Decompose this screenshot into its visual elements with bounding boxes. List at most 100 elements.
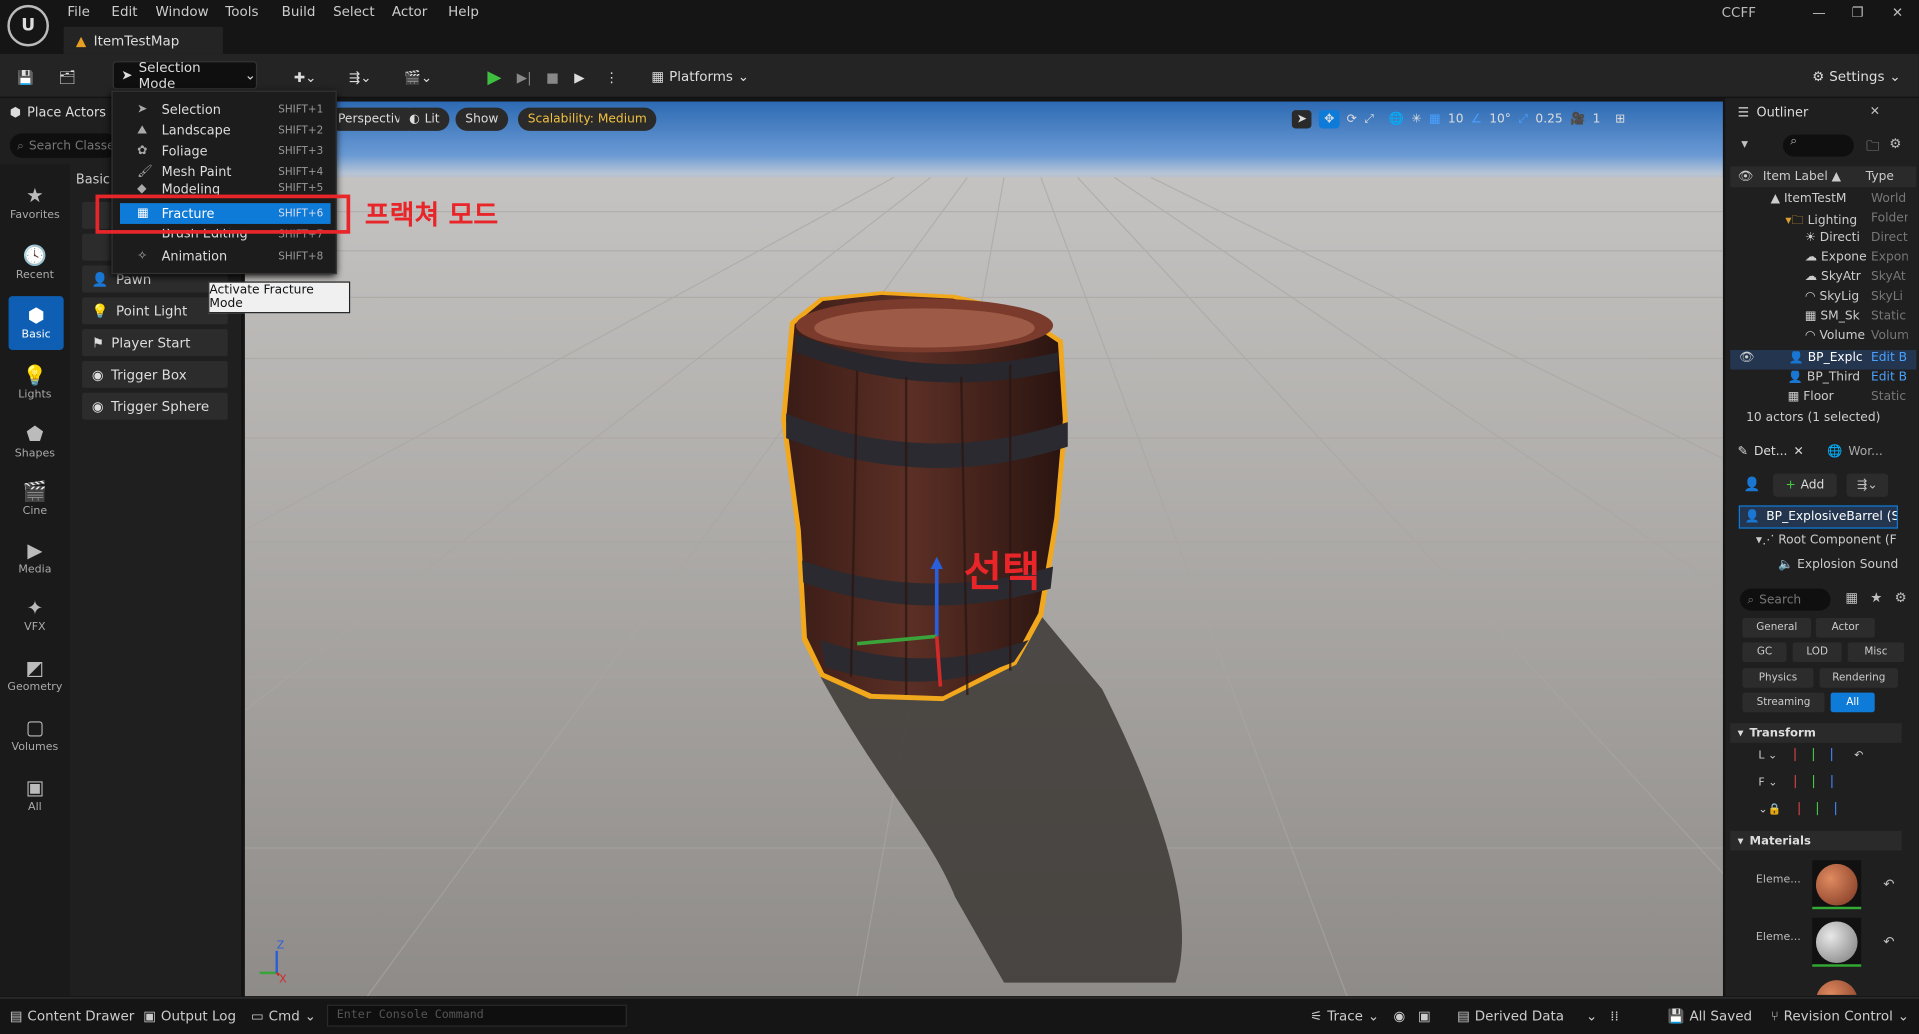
gear-icon[interactable]: ⚙ — [1889, 136, 1901, 159]
menu-select[interactable]: Select — [333, 4, 375, 20]
material-thumbnail-0[interactable] — [1812, 860, 1862, 910]
scale-snap-icon[interactable]: ⤢ — [1518, 112, 1528, 125]
component-explosion-sound[interactable]: 🔈 Explosion Sound — [1778, 558, 1900, 571]
move-icon[interactable]: ✥ — [1319, 109, 1340, 128]
menu-help[interactable]: Help — [448, 4, 479, 20]
derived-data-button[interactable]: ▤ Derived Data ⌄ — [1457, 1008, 1597, 1024]
show-button[interactable]: Show — [455, 107, 509, 131]
col-item-label[interactable]: Item Label ▲ — [1763, 170, 1866, 183]
close-icon[interactable]: ✕ — [1870, 105, 1880, 118]
cinematics-icon[interactable]: 🎬⌄ — [404, 64, 432, 91]
rotation-x[interactable]: ▕ — [1787, 777, 1795, 789]
eject-icon[interactable]: ▶ — [574, 64, 584, 91]
table-icon[interactable]: ▦ — [1845, 590, 1858, 606]
details-tab[interactable]: ✎ Det... ✕ — [1738, 445, 1804, 458]
add-folder-icon[interactable]: 🗀 — [1866, 136, 1879, 159]
scale-z[interactable]: ▕ — [1828, 804, 1836, 816]
actor-item-trigger-sphere[interactable]: ◉ Trigger Sphere — [82, 392, 228, 420]
world-settings-tab[interactable]: 🌐 Wor... — [1827, 445, 1883, 458]
outliner-tab[interactable]: ☰ Outliner — [1738, 105, 1809, 120]
add-component-button[interactable]: + Add — [1773, 473, 1837, 497]
material-thumbnail-2[interactable] — [1812, 977, 1861, 995]
minimize-button[interactable]: — — [1812, 5, 1825, 21]
more-icon[interactable]: ⋮ — [605, 64, 618, 91]
filter-misc[interactable]: Misc — [1847, 642, 1905, 663]
eye-icon[interactable]: 👁 — [1738, 170, 1754, 183]
mode-landscape[interactable]: ⛰ Landscape SHIFT+2 — [120, 120, 331, 141]
table-row[interactable]: ☁ SkyAtr SkyAt — [1736, 270, 1907, 290]
materials-section[interactable]: ▾ Materials — [1730, 830, 1902, 851]
step-icon[interactable]: ▶| — [517, 64, 532, 91]
scale-snap-value[interactable]: 0.25 — [1535, 112, 1562, 125]
location-dropdown[interactable]: L ⌄ — [1758, 750, 1777, 762]
select-arrow-icon[interactable]: ➤ — [1291, 109, 1312, 128]
close-button[interactable]: ✕ — [1892, 5, 1903, 21]
content-drawer-button[interactable]: ▤ Content Drawer — [10, 1008, 134, 1024]
table-row[interactable]: ▦ Floor Static — [1736, 390, 1907, 402]
menu-build[interactable]: Build — [282, 4, 316, 20]
table-row[interactable]: ☁ Expone Expon — [1736, 251, 1908, 271]
row-type[interactable]: Edit B — [1871, 371, 1907, 384]
menu-tools[interactable]: Tools — [225, 4, 258, 20]
blueprint-dropdown[interactable]: ⇶⌄ — [1846, 473, 1889, 497]
location-y[interactable]: ▕ — [1805, 750, 1813, 762]
category-basic[interactable]: ⬢ Basic — [8, 296, 64, 350]
rotation-y[interactable]: ▕ — [1806, 777, 1814, 789]
layout-icon[interactable]: ⊞ — [1615, 112, 1625, 125]
category-shapes[interactable]: ⬟ Shapes — [0, 422, 70, 460]
category-volumes[interactable]: ▢ Volumes — [0, 716, 70, 754]
level-tab[interactable]: ▲ ItemTestMap — [63, 26, 223, 54]
reset-icon[interactable]: ↶ — [1883, 876, 1894, 892]
table-row[interactable]: ▾🗀 Lighting Folder — [1736, 212, 1907, 232]
reset-icon[interactable]: ↶ — [1883, 934, 1894, 950]
location-fields[interactable]: ▕ — [1787, 750, 1795, 762]
table-row[interactable]: ▦ SM_Sk Static — [1736, 310, 1907, 330]
add-actor-icon[interactable]: ✚⌄ — [294, 64, 317, 91]
component-root[interactable]: ▾⋰ Root Component (F — [1756, 534, 1898, 547]
world-icon[interactable]: 🌐 — [1389, 112, 1404, 125]
actor-item-player-start[interactable]: ⚑ Player Start — [82, 329, 228, 357]
scale-y[interactable]: ▕ — [1809, 804, 1817, 816]
table-row[interactable]: ▲ ItemTestM World — [1736, 192, 1907, 212]
close-icon[interactable]: ✕ — [1794, 445, 1804, 458]
browse-icon[interactable]: 🗂 — [59, 64, 76, 91]
category-favorites[interactable]: ★ Favorites — [0, 184, 70, 222]
output-log-button[interactable]: ▣ Output Log — [143, 1008, 236, 1024]
grid-snap-value[interactable]: 10 — [1448, 112, 1464, 125]
lit-button[interactable]: ◐ Lit — [399, 107, 450, 131]
category-all[interactable]: ▣ All — [0, 776, 70, 814]
stop-icon[interactable]: ■ — [546, 64, 559, 91]
transform-section[interactable]: ▾ Transform — [1730, 723, 1902, 743]
table-row[interactable]: 👤 BP_Third Edit B — [1736, 371, 1907, 391]
category-media[interactable]: ▶ Media — [0, 538, 70, 576]
row-type[interactable]: Edit B — [1871, 351, 1907, 364]
mode-animation[interactable]: ✧ Animation SHIFT+8 — [120, 246, 331, 267]
filter-rendering[interactable]: Rendering — [1819, 668, 1898, 688]
menu-actor[interactable]: Actor — [392, 4, 427, 20]
gear-icon[interactable]: ⚙ — [1895, 590, 1907, 606]
filter-streaming[interactable]: Streaming — [1742, 692, 1825, 713]
table-row[interactable]: ◠ SkyLig SkyLi — [1736, 290, 1907, 310]
star-icon[interactable]: ★ — [1870, 590, 1882, 606]
all-saved-button[interactable]: 💾 All Saved — [1668, 1008, 1752, 1024]
filter-gc[interactable]: GC — [1742, 642, 1787, 663]
mode-selection[interactable]: ➤ Selection SHIFT+1 — [120, 99, 331, 120]
mode-foliage[interactable]: ✿ Foliage SHIFT+3 — [120, 141, 331, 162]
lock-icon[interactable]: ⌄🔒 — [1758, 804, 1781, 816]
mode-mesh-paint[interactable]: 🖌 Mesh Paint SHIFT+4 — [120, 162, 331, 183]
filter-all[interactable]: All — [1830, 692, 1875, 713]
mode-modeling[interactable]: ◆ Modeling SHIFT+5 — [120, 182, 331, 194]
col-type[interactable]: Type — [1866, 170, 1894, 183]
platforms-button[interactable]: ▦ Platforms ⌄ — [651, 62, 749, 89]
rotation-row[interactable]: F ⌄ ▕ ▕ ▕ — [1758, 777, 1832, 789]
place-actors-tab[interactable]: ⬢ Place Actors — [10, 105, 106, 120]
angle-snap-icon[interactable]: ∠ — [1471, 112, 1482, 125]
category-vfx[interactable]: ✦ VFX — [0, 596, 70, 634]
revision-control-button[interactable]: ⑂ Revision Control ⌄ — [1771, 1008, 1909, 1024]
category-geometry[interactable]: ◩ Geometry — [0, 656, 70, 694]
actor-item-point-light[interactable]: 💡 Point Light — [82, 297, 228, 325]
camera-speed-icon[interactable]: 🎥 — [1570, 112, 1585, 125]
search-classes-input[interactable]: ⌕ Search Classes — [9, 133, 118, 158]
category-lights[interactable]: 💡 Lights — [0, 363, 70, 401]
grid-snap-icon[interactable]: ▦ — [1429, 112, 1441, 125]
